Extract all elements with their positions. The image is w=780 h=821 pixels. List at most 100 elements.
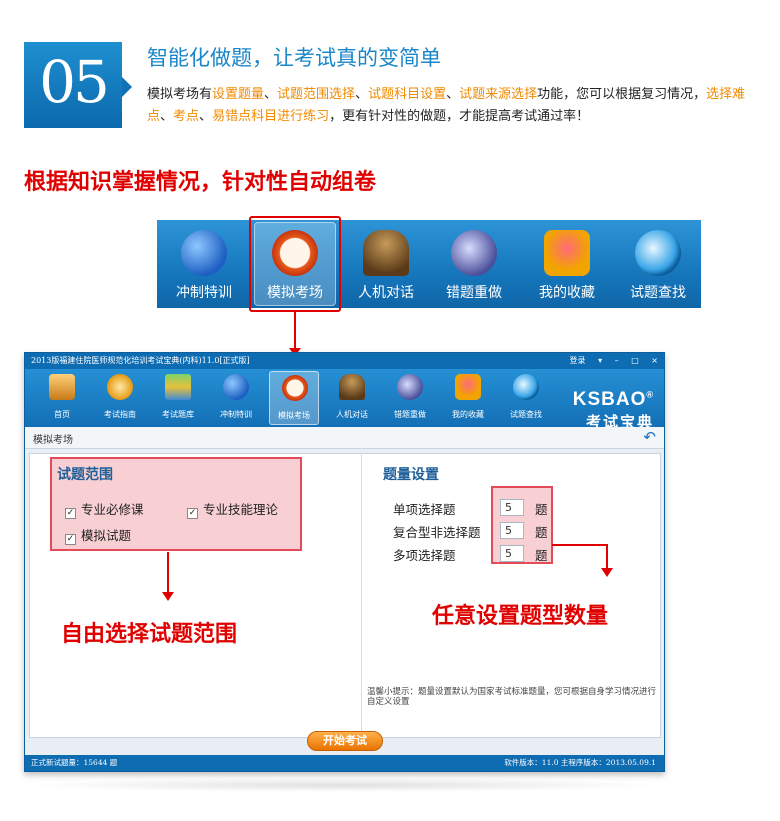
quantity-caption: 任意设置题型数量	[432, 604, 609, 629]
toolbar-item-sprint[interactable]: 冲制特训	[161, 220, 247, 308]
books-icon	[165, 374, 191, 400]
toolbar-item-dialogue[interactable]: 人机对话	[343, 220, 429, 308]
desc-text: 、	[446, 87, 460, 102]
close-button[interactable]: ×	[651, 356, 658, 365]
desc-text: 模拟考场有	[147, 87, 213, 102]
brand-name: KSBAO®	[573, 389, 654, 411]
desc-highlight: 设置题量	[212, 87, 265, 102]
quantity-unit: 题	[535, 502, 548, 517]
start-exam-button[interactable]: 开始考试	[307, 731, 383, 751]
toolbar-label: 试题查找	[510, 410, 542, 419]
status-question-count: 正式新试题量：15644 题	[31, 758, 118, 767]
toolbar-label: 冲制特训	[220, 410, 252, 419]
quantity-label-single: 单项选择题	[393, 502, 456, 517]
quantity-input-multiple[interactable]: 5	[500, 545, 524, 562]
checkbox-checked-icon[interactable]: ✓	[65, 534, 76, 545]
chess-knight-icon	[363, 230, 409, 276]
desc-highlight: 考点	[173, 109, 200, 124]
mock-exam-highlight-frame	[249, 216, 341, 312]
toolbar-home[interactable]: 首页	[37, 371, 87, 425]
toolbar-item-label: 我的收藏	[539, 285, 595, 301]
brand-name-text: KSBAO	[572, 389, 647, 410]
section-title: 智能化做题，让考试真的变简单	[147, 46, 441, 70]
magnifier-icon	[513, 374, 539, 400]
breadcrumb: 模拟考场	[33, 435, 73, 446]
toolbar-label: 错题重做	[394, 410, 426, 419]
toolbar-search[interactable]: 试题查找	[501, 371, 551, 425]
status-bar: 正式新试题量：15644 题 软件版本：11.0 主程序版本：2013.05.0…	[25, 755, 664, 771]
quantity-title: 题量设置	[383, 467, 439, 483]
desc-highlight: 试题科目设置	[368, 87, 447, 102]
checkbox-skill-theory[interactable]: ✓ 专业技能理论	[187, 499, 278, 519]
toolbar-guide[interactable]: 考试指南	[95, 371, 145, 425]
toolbar-redo-wrong[interactable]: 错题重做	[385, 371, 435, 425]
checkbox-required-course[interactable]: ✓ 专业必修课	[65, 499, 144, 519]
menu-dropdown-icon[interactable]: ▾	[598, 356, 602, 365]
desc-text: 、	[264, 87, 278, 102]
range-arrow-down-icon	[162, 592, 174, 601]
brand-logo: KSBAO® 考试宝典	[573, 389, 654, 432]
registered-mark: ®	[646, 389, 654, 400]
breadcrumb-bar: 模拟考场 ↶	[25, 427, 664, 449]
toolbar-item-search[interactable]: 试题查找	[615, 220, 701, 308]
checkbox-checked-icon[interactable]: ✓	[65, 508, 76, 519]
toolbar-sprint[interactable]: 冲制特训	[211, 371, 261, 425]
status-version: 软件版本：11.0 主程序版本：2013.05.09.1	[504, 758, 656, 767]
toolbar-label: 考试指南	[104, 410, 136, 419]
feature-heading: 根据知识掌握情况，针对性自动组卷	[24, 170, 377, 195]
quantity-arrow-hline	[552, 544, 608, 546]
toolbar-dialogue[interactable]: 人机对话	[327, 371, 377, 425]
toolbar-label: 考试题库	[162, 410, 194, 419]
gift-box-icon	[455, 374, 481, 400]
window-controls: 登录 ▾ – □ ×	[560, 353, 658, 369]
range-arrow-line	[167, 552, 169, 594]
desc-text: 功能，您可以根据复习情况，	[537, 87, 707, 102]
hint-text: 温馨小提示：题量设置默认为国家考试标准题量，您可根据自身学习情况进行自定义设置	[367, 687, 657, 707]
pen-ink-icon	[451, 230, 497, 276]
checkbox-mock-questions[interactable]: ✓ 模拟试题	[65, 525, 131, 545]
toolbar-label: 我的收藏	[452, 410, 484, 419]
pointer-arrow-line	[294, 312, 296, 352]
quantity-label-multiple: 多项选择题	[393, 548, 456, 563]
toolbar-mock-exam[interactable]: 模拟考场	[269, 371, 319, 425]
quantity-arrow-down-icon	[601, 568, 613, 577]
toolbar-label: 模拟考场	[278, 411, 310, 420]
checkbox-checked-icon[interactable]: ✓	[187, 508, 198, 519]
desc-text: ，更有针对性的做题，才能提高考试通过率！	[329, 109, 590, 124]
toolbar-item-redo-wrong[interactable]: 错题重做	[431, 220, 517, 308]
window-shadow	[24, 778, 665, 792]
pen-ink-icon	[397, 374, 423, 400]
checkbox-label: 专业技能理论	[203, 502, 279, 517]
toolbar-item-favorites[interactable]: 我的收藏	[524, 220, 610, 308]
checkbox-label: 模拟试题	[81, 528, 132, 543]
app-window: 2013版福建住院医师规范化培训考试宝典(内科)11.0[正式版] 登录 ▾ –…	[24, 352, 665, 772]
quantity-input-single[interactable]: 5	[500, 499, 524, 516]
toolbar-favorites[interactable]: 我的收藏	[443, 371, 493, 425]
checkbox-label: 专业必修课	[81, 502, 144, 517]
quantity-label-composite: 复合型非选择题	[393, 525, 481, 540]
maximize-button[interactable]: □	[631, 356, 639, 365]
runner-icon	[181, 230, 227, 276]
toolbar-item-label: 人机对话	[358, 285, 414, 301]
quantity-unit: 题	[535, 525, 548, 540]
clock-icon	[282, 375, 308, 401]
toolbar-question-bank[interactable]: 考试题库	[153, 371, 203, 425]
badge-arrow-icon	[122, 77, 132, 97]
minimize-button[interactable]: –	[615, 356, 619, 365]
desc-highlight: 易错点科目进行练习	[212, 109, 330, 124]
section-number-badge: 05	[24, 42, 132, 128]
quantity-input-composite[interactable]: 5	[500, 522, 524, 539]
toolbar-item-label: 冲制特训	[176, 285, 232, 301]
range-caption: 自由选择试题范围	[61, 622, 238, 647]
range-title: 试题范围	[57, 467, 113, 483]
panel-divider	[361, 453, 362, 733]
desc-text: 、	[355, 87, 369, 102]
desc-text: 、	[160, 109, 174, 124]
quantity-arrow-vline	[606, 544, 608, 570]
section-number: 05	[39, 48, 110, 116]
back-arrow-icon[interactable]: ↶	[643, 428, 656, 446]
home-icon	[49, 374, 75, 400]
desc-highlight: 试题范围选择	[277, 87, 356, 102]
login-link[interactable]: 登录	[570, 356, 586, 365]
window-toolbar: 首页 考试指南 考试题库 冲制特训 模拟考场 人机对话 错题重做 我的收藏 试题…	[25, 369, 664, 431]
